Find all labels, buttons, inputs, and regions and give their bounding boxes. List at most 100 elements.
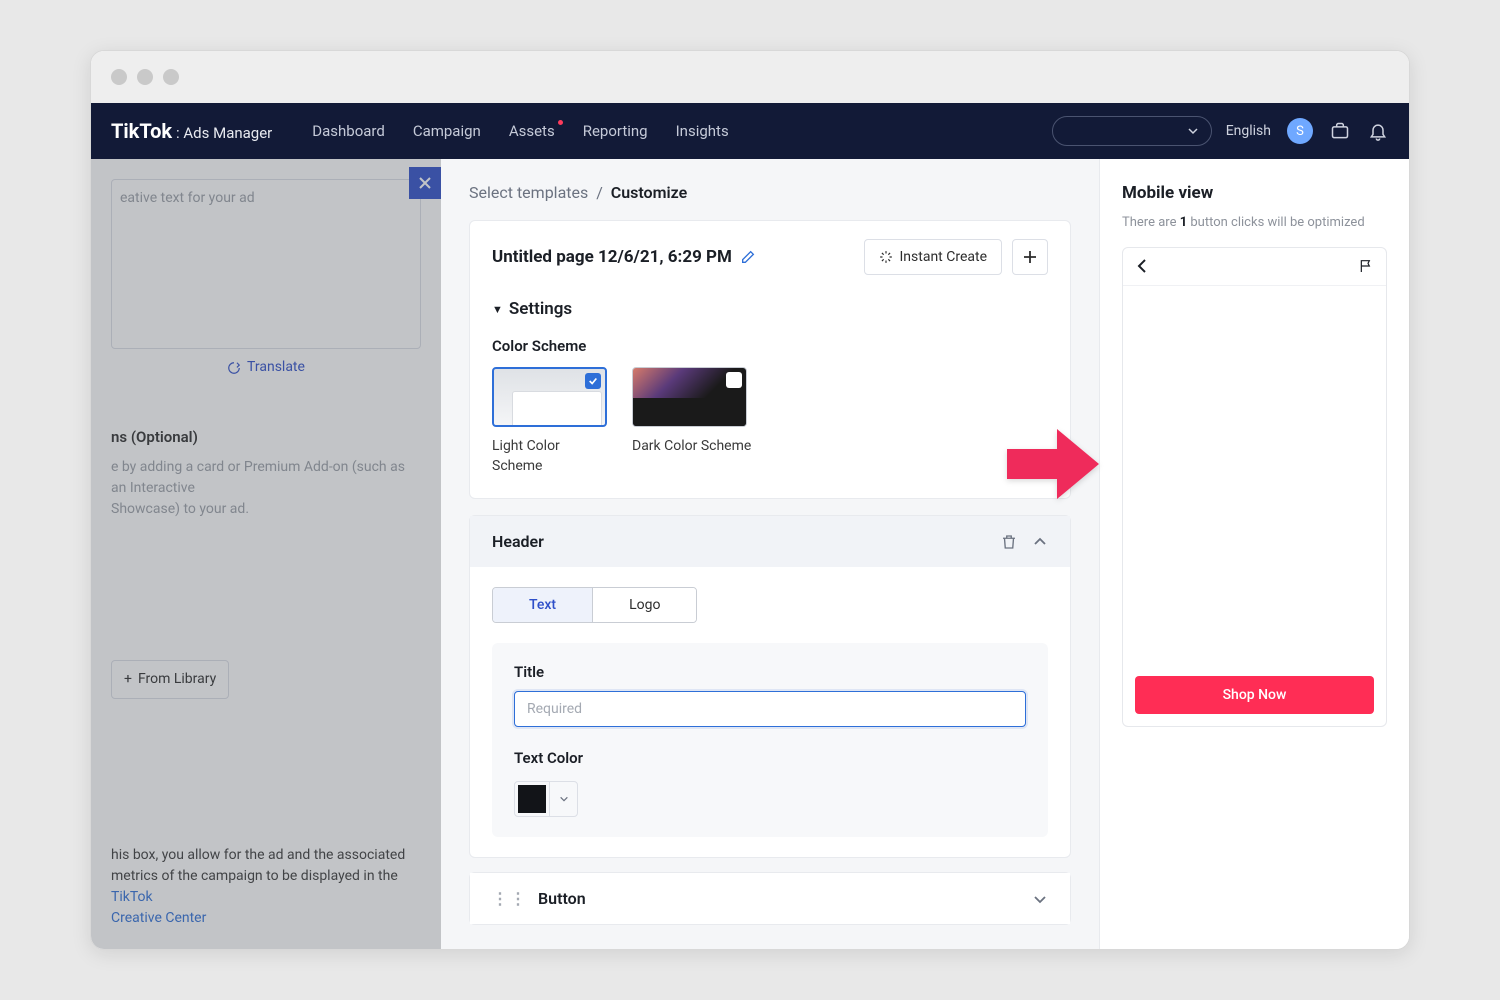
title-input[interactable]	[514, 691, 1026, 727]
translate-button[interactable]: Translate	[111, 357, 421, 378]
nav-assets[interactable]: Assets	[509, 122, 555, 140]
header-block-head[interactable]: Header	[470, 516, 1070, 567]
back-icon[interactable]	[1135, 258, 1151, 274]
card-header: Untitled page 12/6/21, 6:29 PM Instant C…	[470, 221, 1070, 293]
flag-icon[interactable]	[1358, 258, 1374, 274]
content-area: eative text for your ad Translate ns (Op…	[91, 159, 1409, 949]
header-block: Header Text Logo Title	[469, 515, 1071, 858]
addons-desc-1: e by adding a card or Premium Add-on (su…	[111, 457, 421, 499]
check-icon	[585, 373, 601, 389]
bell-icon[interactable]	[1367, 120, 1389, 142]
nav-campaign[interactable]: Campaign	[413, 122, 481, 140]
disclosure-link-2[interactable]: Creative Center	[111, 910, 206, 926]
edit-icon[interactable]	[740, 249, 756, 265]
briefcase-icon[interactable]	[1329, 120, 1351, 142]
textarea-placeholder: eative text for your ad	[120, 190, 255, 206]
header-text-settings: Title Text Color	[492, 643, 1048, 837]
note-pre: There are	[1122, 215, 1180, 230]
button-block: ⋮⋮ Button	[469, 872, 1071, 925]
page-title-text: Untitled page 12/6/21, 6:29 PM	[492, 247, 732, 267]
disclosure-note: his box, you allow for the ad and the as…	[111, 845, 421, 929]
translate-label: Translate	[247, 357, 305, 378]
from-library-button[interactable]: + From Library	[111, 660, 229, 699]
settings-body: ▼ Settings Color Scheme	[470, 293, 1070, 498]
mobile-view-title: Mobile view	[1122, 183, 1387, 203]
title-field-label: Title	[514, 663, 1026, 681]
drag-handle-icon[interactable]: ⋮⋮	[492, 889, 528, 908]
chevron-down-icon[interactable]	[1032, 891, 1048, 907]
settings-label: Settings	[509, 299, 572, 319]
color-swatch	[518, 785, 546, 813]
nav-reporting[interactable]: Reporting	[583, 122, 648, 140]
add-component-button[interactable]: Add a component	[469, 939, 1071, 949]
color-dropdown-caret[interactable]	[549, 782, 577, 816]
plus-icon	[1023, 250, 1037, 264]
ad-text-area[interactable]: eative text for your ad	[111, 179, 421, 349]
account-dropdown[interactable]	[1052, 116, 1212, 146]
plus-icon: +	[124, 669, 132, 690]
breadcrumb: Select templates / Customize	[469, 183, 1071, 202]
button-block-head[interactable]: ⋮⋮ Button	[470, 873, 1070, 924]
close-panel-button[interactable]	[409, 167, 441, 199]
top-nav: TikTok: Ads Manager Dashboard Campaign A…	[91, 103, 1409, 159]
header-block-body: Text Logo Title Text Color	[470, 567, 1070, 857]
editor-panel: Select templates / Customize Untitled pa…	[441, 159, 1409, 949]
nav-links: Dashboard Campaign Assets Reporting Insi…	[312, 122, 728, 140]
browser-window: TikTok: Ads Manager Dashboard Campaign A…	[90, 50, 1410, 950]
trash-icon[interactable]	[1000, 533, 1018, 551]
mobile-preview-sidebar: Mobile view There are 1 button clicks wi…	[1099, 159, 1409, 949]
dark-thumbnail	[632, 367, 747, 427]
nav-dashboard[interactable]: Dashboard	[312, 122, 385, 140]
unchecked-box	[726, 372, 742, 388]
backdrop-panel: eative text for your ad Translate ns (Op…	[91, 159, 441, 949]
note-post: button clicks will be optimized	[1187, 215, 1365, 230]
breadcrumb-sep: /	[596, 183, 603, 202]
mobile-view-note: There are 1 button clicks will be optimi…	[1122, 213, 1387, 233]
phone-body	[1123, 286, 1386, 664]
dark-caption: Dark Color Scheme	[632, 437, 752, 457]
text-color-picker[interactable]	[514, 781, 578, 817]
header-actions: Instant Create	[864, 239, 1048, 275]
caret-down-icon: ▼	[492, 303, 503, 316]
breadcrumb-step-2: Customize	[611, 183, 687, 202]
editor-main: Select templates / Customize Untitled pa…	[441, 159, 1099, 949]
light-thumbnail	[492, 367, 607, 427]
phone-preview: Shop Now	[1122, 247, 1387, 727]
language-selector[interactable]: English	[1226, 123, 1271, 139]
color-scheme-light[interactable]: Light Color Scheme	[492, 367, 612, 476]
from-library-label: From Library	[138, 669, 216, 690]
sparkle-icon	[879, 250, 893, 264]
settings-section-title[interactable]: ▼ Settings	[492, 299, 1048, 319]
brand-logo: TikTok: Ads Manager	[111, 119, 272, 143]
instant-create-label: Instant Create	[899, 249, 987, 265]
text-color-label: Text Color	[514, 749, 1026, 767]
disclosure-link-1[interactable]: TikTok	[111, 889, 153, 905]
breadcrumb-step-1[interactable]: Select templates	[469, 183, 588, 202]
instant-create-button[interactable]: Instant Create	[864, 239, 1002, 275]
traffic-light-close[interactable]	[111, 69, 127, 85]
header-block-title: Header	[492, 532, 544, 551]
settings-card: Untitled page 12/6/21, 6:29 PM Instant C…	[469, 220, 1071, 499]
light-caption: Light Color Scheme	[492, 437, 612, 476]
browser-titlebar	[91, 51, 1409, 103]
traffic-light-min[interactable]	[137, 69, 153, 85]
phone-topbar	[1123, 248, 1386, 286]
button-block-title: Button	[538, 889, 586, 908]
brand-name: TikTok	[111, 119, 172, 143]
color-scheme-options: Light Color Scheme Dark Color Scheme	[492, 367, 1048, 476]
phone-cta-button[interactable]: Shop Now	[1135, 676, 1374, 714]
chevron-up-icon[interactable]	[1032, 534, 1048, 550]
color-scheme-dark[interactable]: Dark Color Scheme	[632, 367, 752, 476]
traffic-light-max[interactable]	[163, 69, 179, 85]
addons-title: ns (Optional)	[111, 426, 421, 449]
avatar[interactable]: S	[1287, 118, 1313, 144]
tab-logo[interactable]: Logo	[593, 588, 696, 622]
tab-text[interactable]: Text	[493, 588, 593, 622]
disclosure-text: his box, you allow for the ad and the as…	[111, 847, 405, 884]
add-button[interactable]	[1012, 239, 1048, 275]
addons-desc-2: Showcase) to your ad.	[111, 499, 421, 520]
page-title: Untitled page 12/6/21, 6:29 PM	[492, 247, 756, 267]
nav-insights[interactable]: Insights	[676, 122, 729, 140]
brand-suffix: : Ads Manager	[176, 124, 272, 142]
color-scheme-label: Color Scheme	[492, 337, 1048, 355]
